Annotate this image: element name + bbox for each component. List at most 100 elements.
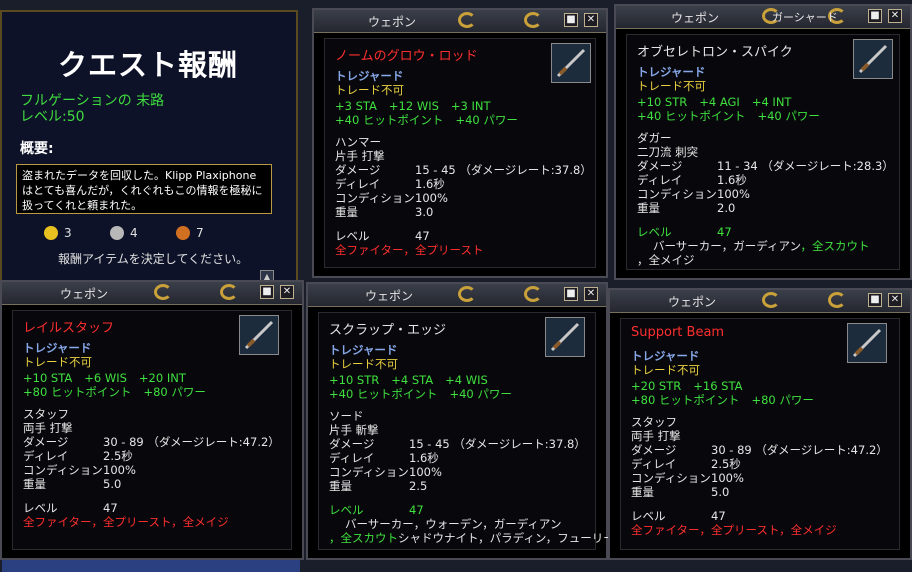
- window-title-bar[interactable]: ウェポン ■ ✕: [314, 10, 606, 33]
- close-button[interactable]: ✕: [584, 287, 598, 301]
- overlap-title: ガーシャード: [772, 11, 838, 24]
- swirl-ornament-icon: [458, 286, 476, 302]
- prop-value: 1.6秒: [409, 451, 439, 465]
- close-button[interactable]: ✕: [888, 9, 902, 23]
- class-name: バーサーカー: [345, 517, 414, 531]
- stat: +6 WIS: [84, 371, 127, 385]
- stat-line: +80 ヒットポイント +80 パワー: [631, 393, 826, 407]
- minimize-button[interactable]: ■: [868, 293, 882, 307]
- class-name: 全ファイター: [23, 515, 92, 529]
- class-name: ，ガーディアン: [482, 517, 562, 531]
- prop-value: 100%: [409, 465, 442, 479]
- stat-line: +40 ヒットポイント +40 パワー: [329, 387, 524, 401]
- prop-label: 重量: [637, 201, 660, 215]
- copper-coin-value: 7: [196, 226, 204, 240]
- stat-line: +40 ヒットポイント +40 パワー: [335, 113, 530, 127]
- class-list: ，全スカウトシャドウナイト，パラディン，フューリー: [329, 531, 615, 545]
- class-name: シャドウナイト: [398, 531, 479, 545]
- no-trade-label: トレード不可: [631, 363, 700, 377]
- prop-label: ディレイ: [335, 177, 381, 191]
- stat-line: +10 STR +4 AGI +4 INT: [637, 95, 803, 109]
- stat-line: +40 ヒットポイント +40 パワー: [637, 109, 832, 123]
- quest-summary: 盗まれたデータを回収した。Klipp Plaxiphoneはとても喜んだが，くれ…: [16, 164, 272, 214]
- class-name: ，全プリースト: [91, 515, 172, 529]
- class-name: ，フューリー: [545, 531, 615, 545]
- level-value: 47: [103, 501, 118, 515]
- class-list: バーサーカー，ガーディアン，全スカウト: [653, 239, 869, 253]
- decide-reward-text: 報酬アイテムを決定してください。: [58, 252, 249, 266]
- silver-coin-icon: [110, 226, 124, 240]
- swirl-ornament-icon: [828, 292, 846, 308]
- weapon-category: ハンマー: [335, 135, 381, 149]
- treasured-label: トレジャード: [631, 349, 700, 363]
- prop-label: 重量: [329, 479, 352, 493]
- weapon-window: ウェポン ■ ✕ ノームのグロウ・ロッド トレジャード トレード不可 +3 STA +12 W…: [312, 8, 608, 278]
- copper-coin-icon: [176, 226, 190, 240]
- prop-label: 重量: [631, 485, 654, 499]
- weapon-category: ダガー: [637, 131, 672, 145]
- class-name: ，全プリースト: [699, 523, 780, 537]
- treasured-label: トレジャード: [335, 69, 404, 83]
- window-title-bar[interactable]: ウェポン ■ ✕: [308, 284, 606, 307]
- prop-value: 1.6秒: [717, 173, 747, 187]
- stat: +4 AGI: [699, 95, 740, 109]
- prop-label: ディレイ: [637, 173, 683, 187]
- window-title-bar[interactable]: ウェポン ガーシャード ■ ✕: [616, 6, 910, 29]
- prop-label: ダメージ: [335, 163, 381, 177]
- prop-value: 2.5秒: [711, 457, 741, 471]
- prop-value: 100%: [711, 471, 744, 485]
- close-button[interactable]: ✕: [888, 293, 902, 307]
- minimize-button[interactable]: ■: [260, 285, 274, 299]
- prop-label: コンディション: [637, 187, 717, 201]
- stat: +12 WIS: [388, 99, 439, 113]
- window-title-bar[interactable]: ウェポン ■ ✕: [2, 282, 302, 305]
- level-label: レベル: [637, 225, 672, 239]
- prop-label: コンディション: [335, 191, 415, 205]
- no-trade-label: トレード不可: [637, 79, 706, 93]
- class-list: ，全メイジ: [637, 253, 695, 267]
- stat: +4 INT: [751, 95, 792, 109]
- stat: +10 STA: [23, 371, 73, 385]
- prop-label: ディレイ: [329, 451, 375, 465]
- class-name: ，全プリースト: [403, 243, 484, 257]
- minimize-button[interactable]: ■: [868, 9, 882, 23]
- stat: +4 STA: [391, 373, 434, 387]
- stat: +40 パワー: [757, 109, 820, 123]
- prop-value: 5.0: [711, 485, 730, 499]
- prop-label: コンディション: [631, 471, 711, 485]
- weapon-icon: [545, 317, 585, 357]
- weapon-icon: [551, 43, 591, 83]
- level-label: レベル: [335, 229, 370, 243]
- window-title: ウェポン: [670, 11, 719, 25]
- close-button[interactable]: ✕: [280, 285, 294, 299]
- stat: +10 STR: [329, 373, 380, 387]
- level-label: レベル: [329, 503, 364, 517]
- class-name: ，全メイジ: [171, 515, 229, 529]
- close-button[interactable]: ✕: [584, 13, 598, 27]
- class-name: ，全メイジ: [637, 253, 695, 267]
- weapon-window: ウェポン ガーシャード ■ ✕ オブセレトロン・スパイク トレジャード トレード不可 +10 …: [614, 4, 912, 280]
- prop-value: 2.5秒: [103, 449, 133, 463]
- stat-line: +20 STR +16 STA: [631, 379, 754, 393]
- treasured-label: トレジャード: [329, 343, 398, 357]
- minimize-button[interactable]: ■: [564, 13, 578, 27]
- prop-value: 1.6秒: [415, 177, 445, 191]
- stat: +20 STR: [631, 379, 682, 393]
- prop-value: 3.0: [415, 205, 434, 219]
- weapon-category: ソード: [329, 409, 364, 423]
- prop-label: ディレイ: [631, 457, 677, 471]
- prop-value: 11 - 34 （ダメージレート:28.3）: [717, 159, 894, 173]
- item-details: Support Beam トレジャード トレード不可 +20 STR +16 STA +8…: [620, 318, 900, 550]
- prop-label: ダメージ: [631, 443, 677, 457]
- prop-value: 30 - 89 （ダメージレート:47.2）: [711, 443, 888, 457]
- stat: +4 WIS: [445, 373, 488, 387]
- stat-line: +80 ヒットポイント +80 パワー: [23, 385, 218, 399]
- prop-value: 30 - 89 （ダメージレート:47.2）: [103, 435, 280, 449]
- window-title: ウェポン: [59, 287, 108, 301]
- level-value: 47: [409, 503, 424, 517]
- prop-label: コンディション: [23, 463, 103, 477]
- minimize-button[interactable]: ■: [564, 287, 578, 301]
- weapon-window: ウェポン ■ ✕ スクラップ・エッジ トレジャード トレード不可 +10 STR +4 STA…: [306, 282, 615, 560]
- window-title-bar[interactable]: ウェポン ■ ✕: [610, 290, 910, 313]
- weapon-hand: 片手 打撃: [335, 149, 385, 163]
